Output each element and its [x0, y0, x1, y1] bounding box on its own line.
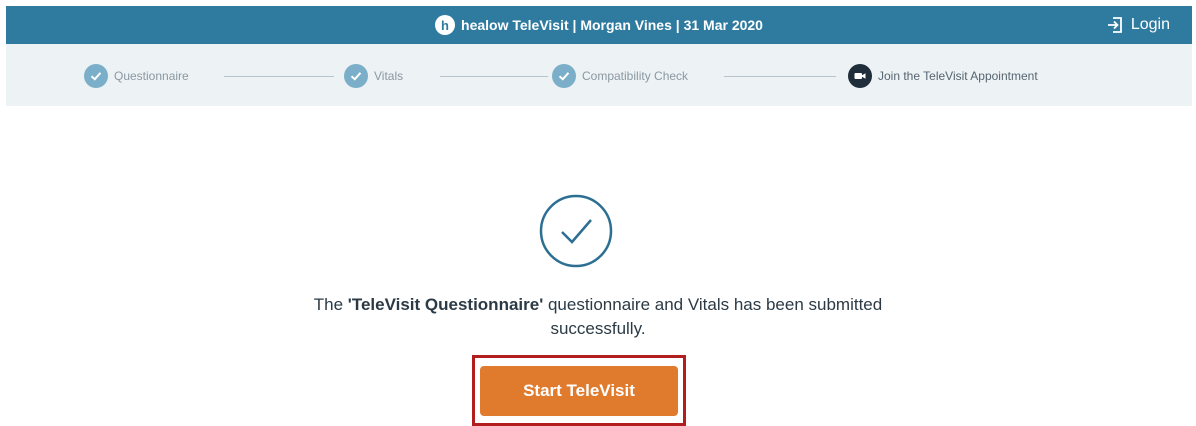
login-button[interactable]: Login — [1106, 6, 1170, 44]
step-questionnaire: Questionnaire — [84, 64, 189, 88]
step-compatibility-check: Compatibility Check — [552, 64, 688, 88]
start-televisit-button[interactable]: Start TeleVisit — [480, 366, 678, 416]
step-connector — [440, 76, 548, 77]
questionnaire-name: 'TeleVisit Questionnaire' — [347, 295, 544, 314]
healow-logo-icon: h — [435, 15, 456, 35]
step-label: Compatibility Check — [582, 69, 689, 83]
step-label: Join the TeleVisit Appointment — [878, 69, 1038, 83]
check-icon — [552, 64, 576, 88]
check-icon — [84, 64, 108, 88]
success-message: The 'TeleVisit Questionnaire' questionna… — [278, 293, 918, 341]
header-title: healow TeleVisit | Morgan Vines | 31 Mar… — [461, 17, 763, 33]
message-prefix: The — [313, 295, 348, 314]
step-label: Vitals — [374, 69, 404, 83]
login-icon — [1106, 16, 1124, 34]
check-circle-icon — [538, 193, 614, 274]
televisit-page: h healow TeleVisit | Morgan Vines | 31 M… — [0, 0, 1196, 426]
brand: h healow TeleVisit | Morgan Vines | 31 M… — [435, 15, 763, 35]
top-bar: h healow TeleVisit | Morgan Vines | 31 M… — [6, 6, 1192, 44]
step-connector — [724, 76, 836, 77]
login-label: Login — [1130, 16, 1170, 33]
video-camera-icon — [848, 64, 872, 88]
step-connector — [224, 76, 334, 77]
step-label: Questionnaire — [114, 69, 189, 83]
message-suffix: questionnaire and Vitals has been submit… — [543, 295, 883, 338]
step-join-televisit: Join the TeleVisit Appointment — [848, 64, 1038, 88]
check-icon — [344, 64, 368, 88]
step-vitals: Vitals — [344, 64, 403, 88]
progress-stepper: Questionnaire Vitals Compatibility Check… — [6, 44, 1192, 106]
